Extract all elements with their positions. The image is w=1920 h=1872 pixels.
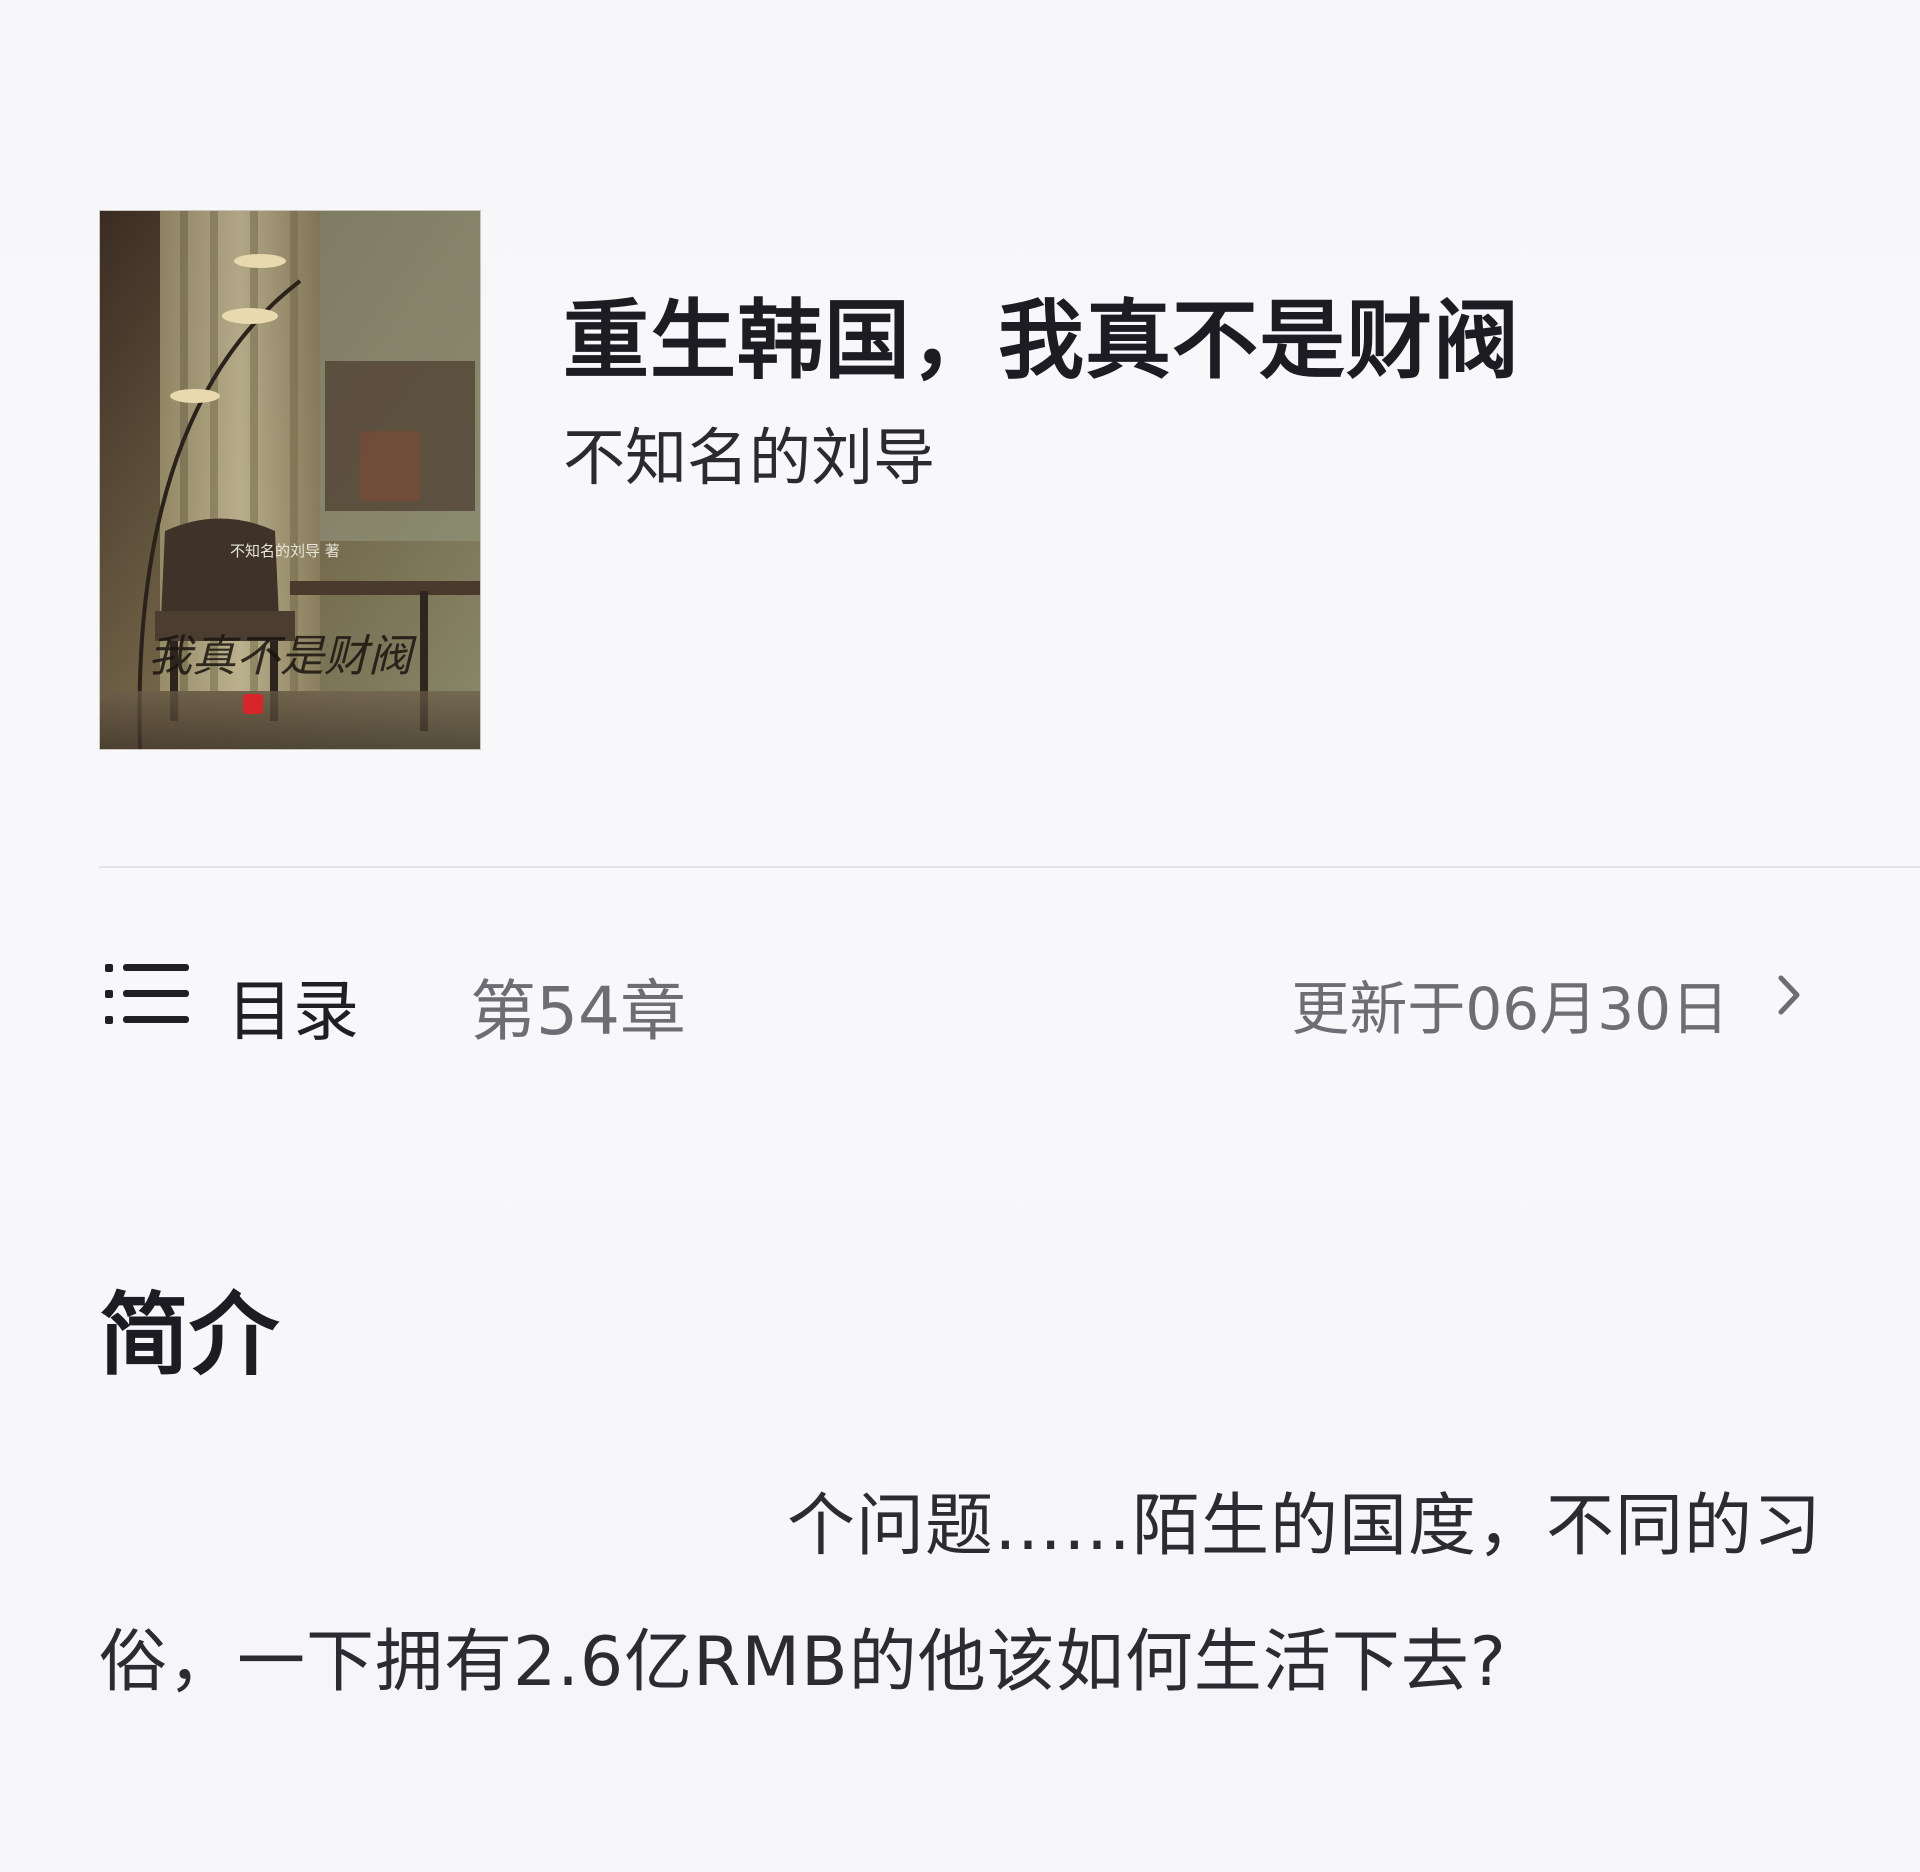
synopsis-heading: 简介 (99, 1283, 279, 1388)
catalog-label: 目录 (227, 973, 359, 1050)
cover-author-text: 不知名的刘导 著 (230, 542, 340, 560)
book-title: 重生韩国，我真不是财阀 (563, 291, 1520, 391)
book-detail-page: 不知名的刘导 著 我真不是财阀 重生韩国，我真不是财阀 不知名的刘导 目录 第5… (0, 0, 1920, 1872)
chevron-right-icon (1778, 975, 1800, 1015)
divider (99, 866, 1920, 868)
book-cover[interactable]: 不知名的刘导 著 我真不是财阀 (99, 210, 481, 750)
publisher-logo-icon (243, 694, 263, 714)
update-date: 更新于06月30日 (1291, 975, 1729, 1043)
book-author[interactable]: 不知名的刘导 (563, 407, 935, 497)
menu-list-icon (105, 964, 189, 1024)
cover-art: 不知名的刘导 著 我真不是财阀 (100, 211, 480, 749)
synopsis-text-line: 个问题……陌生的国度，不同的习 (787, 1487, 1823, 1566)
latest-chapter: 第54章 (470, 973, 686, 1050)
cover-title-text: 我真不是财阀 (148, 631, 417, 682)
catalog-row[interactable]: 目录 第54章 更新于06月30日 (99, 940, 1819, 1050)
synopsis-text-line: 俗，一下拥有2.6亿RMB的他该如何生活下去? (99, 1623, 1507, 1702)
